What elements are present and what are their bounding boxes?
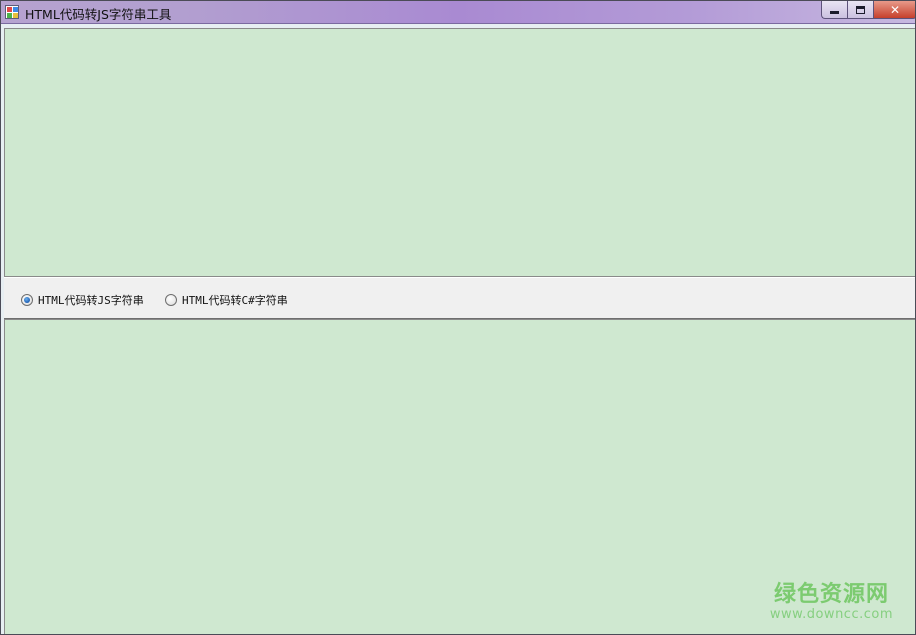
window-controls: ✕ — [821, 1, 915, 19]
radio-js-button[interactable] — [21, 294, 33, 306]
html-input-textarea[interactable] — [4, 28, 915, 277]
radio-option-js[interactable]: HTML代码转JS字符串 — [21, 292, 144, 308]
radio-csharp-label[interactable]: HTML代码转C#字符串 — [182, 292, 288, 308]
watermark: 绿色资源网 www.downcc.com — [769, 582, 893, 623]
window-title: HTML代码转JS字符串工具 — [25, 7, 172, 22]
conversion-options: HTML代码转JS字符串 HTML代码转C#字符串 — [4, 277, 915, 319]
radio-csharp-button[interactable] — [165, 294, 177, 306]
radio-option-csharp[interactable]: HTML代码转C#字符串 — [165, 292, 288, 308]
maximize-icon — [856, 5, 865, 14]
watermark-cn: 绿色资源网 — [773, 582, 889, 607]
minimize-icon — [830, 11, 839, 14]
watermark-en: www.downcc.com — [769, 607, 893, 622]
app-icon[interactable] — [5, 5, 19, 19]
close-icon: ✕ — [889, 2, 901, 17]
radio-js-label[interactable]: HTML代码转JS字符串 — [38, 292, 144, 308]
app-window: HTML代码转JS字符串工具 ✕ HTML代码转JS字符串 HTML代码转C#字… — [0, 0, 916, 635]
close-button[interactable]: ✕ — [873, 1, 915, 19]
minimize-button[interactable] — [821, 1, 847, 19]
title-bar[interactable]: HTML代码转JS字符串工具 ✕ — [1, 1, 915, 24]
maximize-button[interactable] — [847, 1, 873, 19]
